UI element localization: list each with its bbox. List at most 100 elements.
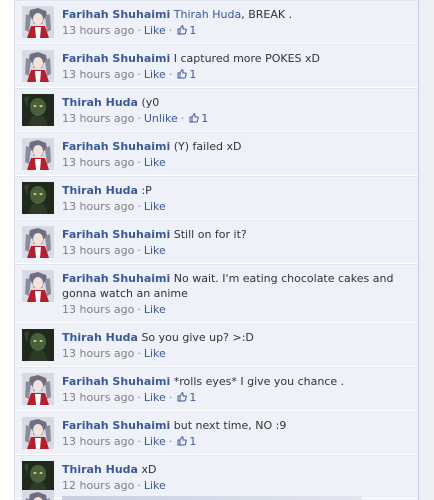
comment-item: Farihah Shuhaimi Still on for it? 13 hour… [15,220,418,264]
thumbs-up-icon [177,436,188,446]
separator: · [137,200,141,213]
profile-photo-anime [22,138,54,170]
comment-author-link[interactable]: Farihah Shuhaimi [62,8,170,21]
comment-timestamp[interactable]: 13 hours ago [62,391,134,404]
comment-item-partial [15,490,418,500]
avatar[interactable] [22,226,54,258]
comment-author-link[interactable]: Thirah Huda [62,96,138,109]
profile-photo-dark [22,94,54,126]
like-count[interactable]: 1 [187,112,208,125]
comment-author-link[interactable]: Farihah Shuhaimi [62,272,170,285]
like-link[interactable]: Like [144,156,166,169]
comment-timestamp[interactable]: 13 hours ago [62,156,134,169]
comment-meta: 13 hours ago · Like · 1 [62,390,406,405]
like-count[interactable]: 1 [175,24,196,37]
avatar[interactable] [22,182,54,214]
thumbs-up-icon [177,25,188,35]
comment-author-link[interactable]: Thirah Huda [62,463,138,476]
comment-body: Farihah Shuhaimi I captured more POKES x… [62,50,418,82]
comment-item: Farihah Shuhaimi (Y) failed xD 13 hours a… [15,132,418,176]
comment-body: Farihah Shuhaimi (Y) failed xD 13 hours a… [62,138,418,170]
like-link[interactable]: Like [144,24,166,37]
avatar[interactable] [22,329,54,361]
like-count-number: 1 [189,435,197,448]
like-link[interactable]: Like [144,244,166,257]
comment-item: Thirah Huda :P 13 hours ago · Like [15,176,418,220]
comment-body: Farihah Shuhaimi Thirah Huda, BREAK . 13 … [62,6,418,38]
like-link[interactable]: Like [144,435,166,448]
comment-text: (y0 [141,96,160,109]
separator: · [137,244,141,257]
avatar[interactable] [22,94,54,126]
like-count[interactable]: 1 [175,391,196,404]
profile-photo-anime [22,226,54,258]
like-link[interactable]: Like [144,200,166,213]
right-scroll-edge[interactable] [418,0,434,500]
comment-author-link[interactable]: Thirah Huda [62,184,138,197]
comment-timestamp[interactable]: 13 hours ago [62,435,134,448]
like-link[interactable]: Like [144,347,166,360]
comment-author-link[interactable]: Farihah Shuhaimi [62,228,170,241]
unlike-link[interactable]: Unlike [144,112,178,125]
comment-meta: 13 hours ago · Like [62,155,406,170]
like-count[interactable]: 1 [175,435,196,448]
comment-body: Farihah Shuhaimi No wait. I'm eating cho… [62,270,418,317]
like-link[interactable]: Like [144,68,166,81]
comment-timestamp[interactable]: 13 hours ago [62,112,134,125]
avatar[interactable] [22,490,54,500]
comment-author-link[interactable]: Thirah Huda [62,331,138,344]
like-link[interactable]: Like [144,303,166,316]
like-count[interactable]: 1 [175,68,196,81]
mentioned-user-link[interactable]: Thirah Huda [174,8,241,21]
comment-body: Farihah Shuhaimi but next time, NO :9 13 … [62,417,418,449]
like-link[interactable]: Like [144,391,166,404]
comment-text: Still on for it? [173,228,247,241]
comment-timestamp[interactable]: 13 hours ago [62,303,134,316]
comment-timestamp[interactable]: 13 hours ago [62,347,134,360]
comment-body: Thirah Huda xD 12 hours ago · Like [62,461,418,493]
comment-text: but next time, NO :9 [173,419,287,432]
comment-text: So you give up? >:D [141,331,254,344]
profile-photo-anime [22,490,54,500]
profile-photo-dark [22,461,54,493]
avatar[interactable] [22,373,54,405]
comment-text: :P [141,184,152,197]
profile-photo-dark [22,182,54,214]
comment-timestamp[interactable]: 13 hours ago [62,24,134,37]
avatar[interactable] [22,270,54,302]
comment-item: Farihah Shuhaimi I captured more POKES x… [15,44,418,88]
separator: · [137,68,141,81]
comment-item: Farihah Shuhaimi Thirah Huda, BREAK . 13 … [15,0,418,44]
separator: · [137,435,141,448]
separator: · [137,347,141,360]
comment-meta: 13 hours ago · Like [62,346,406,361]
avatar[interactable] [22,417,54,449]
comment-timestamp[interactable]: 13 hours ago [62,68,134,81]
comment-author-link[interactable]: Farihah Shuhaimi [62,52,170,65]
profile-photo-anime [22,373,54,405]
separator: · [168,68,173,81]
thumbs-up-icon [189,113,200,123]
avatar[interactable] [22,6,54,38]
comment-timestamp[interactable]: 13 hours ago [62,200,134,213]
comment-author-link[interactable]: Farihah Shuhaimi [62,375,170,388]
comment-text: (Y) failed xD [173,140,242,153]
comment-author-link[interactable]: Farihah Shuhaimi [62,140,170,153]
like-count-number: 1 [189,68,197,81]
comment-body: Farihah Shuhaimi *rolls eyes* I give you… [62,373,418,405]
comment-meta: 13 hours ago · Like · 1 [62,23,406,38]
comment-meta: 13 hours ago · Like [62,302,406,317]
comment-text: , BREAK . [241,8,293,21]
like-count-number: 1 [201,112,209,125]
profile-photo-anime [22,270,54,302]
avatar[interactable] [22,461,54,493]
separator: · [137,391,141,404]
comment-timestamp[interactable]: 13 hours ago [62,244,134,257]
comment-author-link[interactable]: Farihah Shuhaimi [62,419,170,432]
comment-meta: 13 hours ago · Like · 1 [62,434,406,449]
comment-body: Farihah Shuhaimi Still on for it? 13 hour… [62,226,418,258]
comment-meta: 13 hours ago · Unlike · 1 [62,111,406,126]
comment-text: xD [141,463,157,476]
avatar[interactable] [22,50,54,82]
avatar[interactable] [22,138,54,170]
